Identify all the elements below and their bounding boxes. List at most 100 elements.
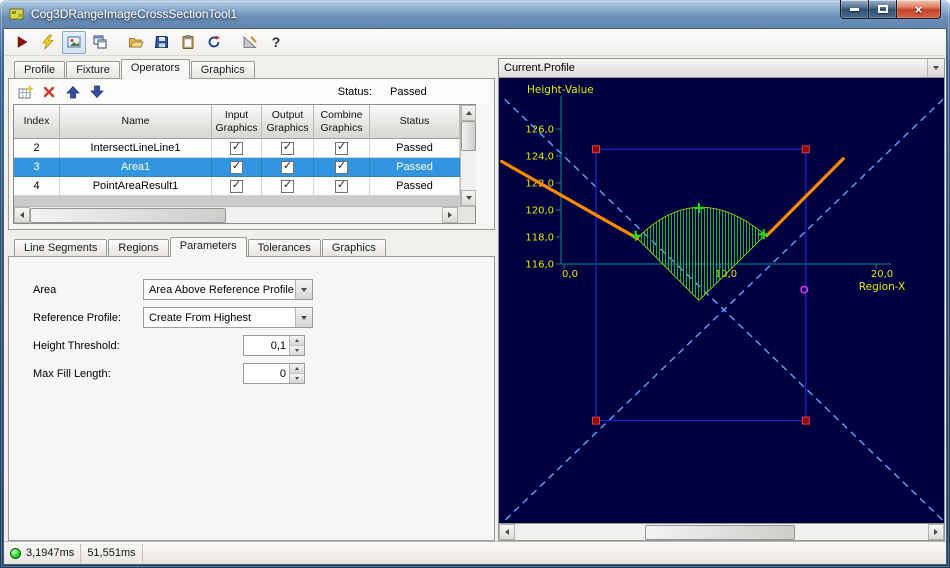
output-graphics-checkbox[interactable] xyxy=(281,179,294,193)
table-vertical-scrollbar[interactable] xyxy=(460,105,476,206)
scroll-right-button[interactable] xyxy=(442,207,459,223)
chevron-down-icon xyxy=(933,66,939,70)
reset-button[interactable] xyxy=(202,31,226,54)
table-horizontal-scrollbar[interactable] xyxy=(14,207,459,223)
tab-tolerances[interactable]: Tolerances xyxy=(247,239,321,256)
vertical-scroll-thumb[interactable] xyxy=(461,121,476,151)
triangle-down-icon xyxy=(295,349,299,352)
output-graphics-checkbox[interactable] xyxy=(281,141,294,155)
tab-regions[interactable]: Regions xyxy=(108,239,169,256)
run-continuous-button[interactable] xyxy=(36,31,60,54)
tab-fixture[interactable]: Fixture xyxy=(66,61,120,78)
cell-output-graphics xyxy=(262,139,314,158)
tab-parameters[interactable]: Parameters xyxy=(169,237,247,257)
area-combobox-button[interactable] xyxy=(295,280,312,299)
area-combobox[interactable]: Area Above Reference Profile xyxy=(143,279,313,300)
reference-profile-combobox[interactable]: Create From Highest xyxy=(143,307,313,328)
cell-input-graphics xyxy=(212,158,262,177)
main-toolbar: ? xyxy=(4,29,946,56)
scroll-left-button[interactable] xyxy=(499,524,515,540)
input-graphics-checkbox[interactable] xyxy=(230,160,243,174)
table-row[interactable]: 4 PointAreaResult1 Passed xyxy=(14,177,460,196)
cell-output-graphics xyxy=(262,158,314,177)
height-threshold-value[interactable]: 0,1 xyxy=(244,336,289,355)
input-graphics-checkbox[interactable] xyxy=(230,179,243,193)
arrow-down-icon xyxy=(90,85,104,99)
move-up-button[interactable] xyxy=(63,82,83,102)
table-row-selected[interactable]: 3 Area1 Passed xyxy=(14,158,460,177)
scroll-left-button[interactable] xyxy=(14,207,30,223)
profile-chart-canvas[interactable]: 126,0124,0122,0120,0118,0116,00,010,020,… xyxy=(498,78,945,524)
close-button[interactable]: × xyxy=(896,0,941,19)
combine-graphics-checkbox[interactable] xyxy=(335,179,348,193)
show-image-button[interactable] xyxy=(62,30,86,54)
profile-selector-combobox[interactable]: Current.Profile xyxy=(498,58,945,78)
output-graphics-checkbox[interactable] xyxy=(281,160,294,174)
spin-down-button[interactable] xyxy=(290,345,304,355)
horizontal-scroll-thumb[interactable] xyxy=(30,207,226,223)
chart-horizontal-scrollbar[interactable] xyxy=(498,524,945,541)
triangle-up-icon xyxy=(295,367,299,370)
left-pane: Profile Fixture Operators Graphics Statu… xyxy=(8,58,495,541)
copy-results-button[interactable] xyxy=(176,31,200,54)
show-image-icon xyxy=(67,36,81,48)
column-header-status[interactable]: Status xyxy=(370,105,460,139)
minimize-icon xyxy=(850,7,859,11)
column-header-name[interactable]: Name xyxy=(60,105,212,139)
chart-scroll-thumb[interactable] xyxy=(645,524,795,540)
column-header-input-graphics[interactable]: Input Graphics xyxy=(212,105,262,139)
height-threshold-label: Height Threshold: xyxy=(33,339,120,352)
minimize-button[interactable] xyxy=(840,0,869,19)
spin-up-button[interactable] xyxy=(290,364,304,373)
combine-graphics-checkbox[interactable] xyxy=(335,141,348,155)
table-row[interactable]: 2 IntersectLineLine1 Passed xyxy=(14,139,460,158)
spin-up-button[interactable] xyxy=(290,336,304,345)
save-file-button[interactable] xyxy=(150,31,174,54)
open-file-button[interactable] xyxy=(124,31,148,54)
float-window-button[interactable] xyxy=(88,31,112,54)
tab-operators[interactable]: Operators xyxy=(120,59,190,79)
cell-index: 2 xyxy=(14,139,60,158)
profile-selector-value: Current.Profile xyxy=(504,62,575,74)
table-empty-area xyxy=(14,196,460,206)
input-graphics-checkbox[interactable] xyxy=(230,141,243,155)
add-operator-button[interactable] xyxy=(15,82,35,102)
tab-line-segments[interactable]: Line Segments xyxy=(14,239,108,256)
triangle-right-icon xyxy=(448,212,453,218)
total-time-cell: 51,551ms xyxy=(81,543,143,563)
delete-operator-button[interactable] xyxy=(39,82,59,102)
max-fill-length-field[interactable]: 0 xyxy=(243,363,305,384)
svg-text:116,0: 116,0 xyxy=(525,260,554,271)
height-threshold-field[interactable]: 0,1 xyxy=(243,335,305,356)
cell-index: 4 xyxy=(14,177,60,196)
measure-button[interactable] xyxy=(238,31,262,54)
tab-graphics-bottom[interactable]: Graphics xyxy=(321,239,386,256)
cell-combine-graphics xyxy=(314,177,370,196)
cell-input-graphics xyxy=(212,139,262,158)
scroll-up-button[interactable] xyxy=(461,105,476,121)
reference-profile-label: Reference Profile: xyxy=(33,311,122,324)
profile-selector-button[interactable] xyxy=(927,59,944,77)
cell-name: PointAreaResult1 xyxy=(60,177,212,196)
column-header-combine-graphics[interactable]: Combine Graphics xyxy=(314,105,370,139)
tab-profile[interactable]: Profile xyxy=(14,61,66,78)
max-fill-length-value[interactable]: 0 xyxy=(244,364,289,383)
titlebar[interactable]: Cog3DRangeImageCrossSectionTool1 × xyxy=(0,0,950,28)
column-header-index[interactable]: Index xyxy=(14,105,60,139)
spin-down-button[interactable] xyxy=(290,373,304,383)
area-combobox-value: Area Above Reference Profile xyxy=(149,283,294,296)
combine-graphics-checkbox[interactable] xyxy=(335,160,348,174)
maximize-button[interactable] xyxy=(869,0,896,19)
column-header-output-graphics[interactable]: Output Graphics xyxy=(262,105,314,139)
help-button[interactable]: ? xyxy=(264,31,288,54)
open-file-icon xyxy=(129,38,144,48)
move-down-button[interactable] xyxy=(87,82,107,102)
profile-chart[interactable]: 126,0124,0122,0120,0118,0116,00,010,020,… xyxy=(499,78,944,524)
scroll-down-button[interactable] xyxy=(461,190,476,206)
bottom-tabstrip: Line Segments Regions Parameters Toleran… xyxy=(8,236,495,257)
reference-profile-combobox-button[interactable] xyxy=(295,308,312,327)
status-value: Passed xyxy=(390,86,427,98)
scroll-right-button[interactable] xyxy=(928,524,944,540)
tab-graphics[interactable]: Graphics xyxy=(190,61,255,78)
run-button[interactable] xyxy=(10,31,34,54)
